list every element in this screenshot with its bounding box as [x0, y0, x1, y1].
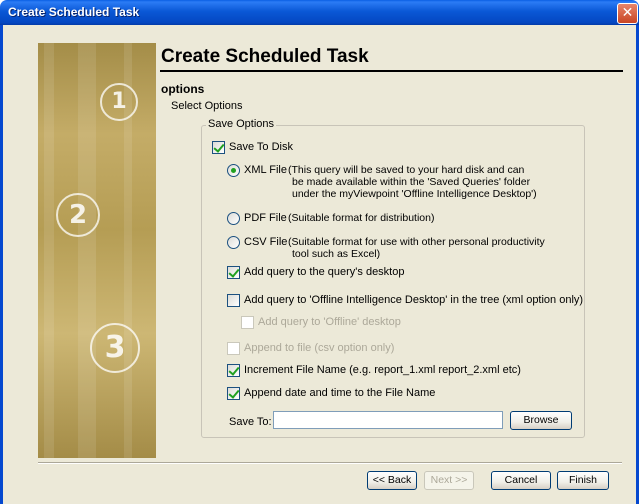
description-line: (This query will be saved to your hard d… — [288, 164, 525, 176]
close-button[interactable]: ✕ — [617, 3, 638, 24]
csv-file-label: CSV File — [244, 236, 288, 248]
save-to-input[interactable] — [273, 411, 503, 429]
next-button: Next >> — [424, 471, 474, 490]
append-date-time-option[interactable]: Append date and time to the File Name — [227, 387, 435, 400]
footer-divider — [38, 462, 622, 464]
section-title: options — [161, 82, 205, 96]
back-button[interactable]: << Back — [367, 471, 417, 490]
add-to-offline-tree-option[interactable]: Add query to 'Offline Intelligence Deskt… — [227, 294, 583, 307]
add-to-offline-tree-checkbox[interactable] — [227, 294, 240, 307]
pdf-file-radio[interactable] — [227, 212, 240, 225]
increment-file-name-option[interactable]: Increment File Name (e.g. report_1.xml r… — [227, 364, 521, 377]
append-date-time-label: Append date and time to the File Name — [244, 387, 436, 399]
page-title: Create Scheduled Task — [161, 46, 369, 67]
step-3-icon: 3 — [90, 323, 140, 373]
csv-file-radio[interactable] — [227, 236, 240, 249]
title-divider — [160, 70, 623, 72]
title-bar: Create Scheduled Task ✕ — [0, 0, 639, 25]
increment-file-name-checkbox[interactable] — [227, 364, 240, 377]
step-2-icon: 2 — [56, 193, 100, 237]
csv-file-option[interactable]: CSV File — [227, 236, 287, 249]
window-title: Create Scheduled Task — [8, 5, 140, 19]
append-date-time-checkbox[interactable] — [227, 387, 240, 400]
description-line: tool such as Excel) — [292, 248, 381, 260]
add-to-query-desktop-checkbox[interactable] — [227, 266, 240, 279]
increment-file-name-label: Increment File Name (e.g. report_1.xml r… — [244, 364, 521, 376]
save-to-label: Save To: — [229, 416, 272, 428]
wizard-side-art: 1 2 3 — [38, 43, 156, 458]
xml-file-label: XML File — [244, 164, 287, 176]
append-to-file-checkbox — [227, 342, 240, 355]
finish-button[interactable]: Finish — [557, 471, 609, 490]
pdf-file-option[interactable]: PDF File — [227, 212, 287, 225]
description-line: (Suitable format for distribution) — [288, 212, 435, 224]
browse-button[interactable]: Browse — [510, 411, 572, 430]
save-to-disk-option[interactable]: Save To Disk — [212, 141, 293, 154]
add-to-offline-desktop-option: Add query to 'Offline' desktop — [241, 316, 401, 329]
xml-file-radio[interactable] — [227, 164, 240, 177]
csv-file-description: (Suitable format for use with other pers… — [288, 236, 545, 260]
add-to-query-desktop-option[interactable]: Add query to the query's desktop — [227, 266, 404, 279]
description-line: be made available within the 'Saved Quer… — [292, 176, 531, 188]
save-options-label: Save Options — [206, 118, 277, 130]
section-subtitle: Select Options — [171, 100, 243, 112]
save-to-disk-checkbox[interactable] — [212, 141, 225, 154]
add-to-offline-desktop-checkbox — [241, 316, 254, 329]
art-stripe — [44, 43, 54, 458]
cancel-button[interactable]: Cancel — [491, 471, 551, 490]
add-to-query-desktop-label: Add query to the query's desktop — [244, 266, 405, 278]
xml-file-description: (This query will be saved to your hard d… — [288, 164, 537, 200]
add-to-offline-tree-label: Add query to 'Offline Intelligence Deskt… — [244, 294, 584, 306]
add-to-offline-desktop-label: Add query to 'Offline' desktop — [258, 316, 401, 328]
pdf-file-description: (Suitable format for distribution) — [288, 212, 434, 224]
step-1-icon: 1 — [100, 83, 138, 121]
xml-file-option[interactable]: XML File — [227, 164, 287, 177]
window-border-left — [0, 25, 3, 504]
pdf-file-label: PDF File — [244, 212, 287, 224]
art-stripe — [78, 43, 96, 458]
save-to-disk-label: Save To Disk — [229, 141, 293, 153]
description-line: (Suitable format for use with other pers… — [288, 236, 545, 248]
append-to-file-label: Append to file (csv option only) — [244, 342, 395, 354]
description-line: under the myViewpoint 'Offline Intellige… — [292, 188, 537, 200]
append-to-file-option: Append to file (csv option only) — [227, 342, 394, 355]
